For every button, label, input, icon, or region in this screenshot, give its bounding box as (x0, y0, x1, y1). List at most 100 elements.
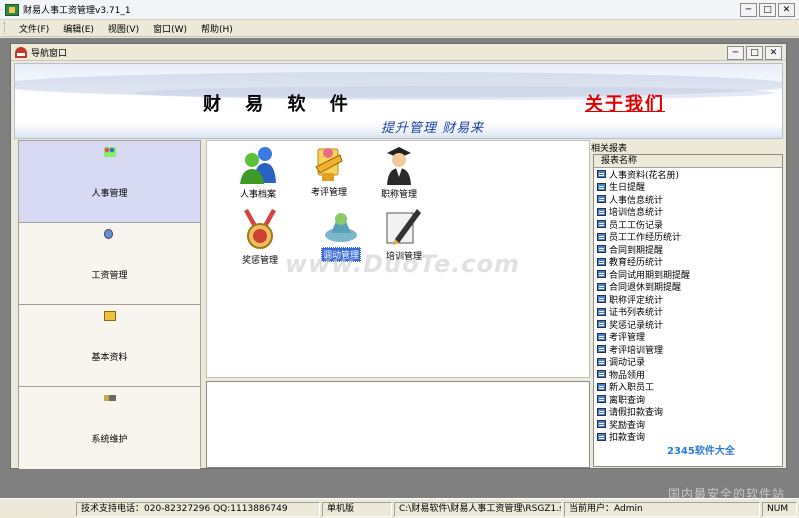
navigation-window: 导航窗口 ─ □ ✕ 财 易 软 件 关于我们 提升管理 财易来 人事管理 工资… (10, 43, 787, 469)
status-edition: 单机版 (322, 502, 392, 517)
maximize-button[interactable]: □ (759, 3, 776, 17)
detail-panel (206, 381, 590, 468)
report-item[interactable]: 教育经历统计 (594, 256, 782, 268)
site-watermark: 2345软件大全 (667, 446, 735, 457)
report-item[interactable]: 离职查询 (594, 393, 782, 406)
report-icon (597, 370, 606, 379)
nav-item-system[interactable]: 系统维护 (19, 387, 200, 469)
report-icon (597, 195, 606, 204)
report-icon (597, 357, 606, 366)
report-item[interactable]: 合同试用期到期提醒 (594, 268, 782, 281)
report-icon (597, 332, 606, 341)
training-icon (386, 209, 421, 245)
report-item-label: 扣款查询 (609, 433, 646, 444)
report-item-label: 合同试用期到期提醒 (609, 270, 691, 281)
title-icon (387, 147, 411, 185)
report-item-label: 员工工作经历统计 (609, 233, 682, 244)
report-icon (597, 257, 606, 266)
money-icon (104, 229, 113, 239)
feature-label: 奖惩管理 (241, 256, 278, 266)
report-item-label: 物品领用 (609, 370, 646, 381)
report-item-label: 人事信息统计 (609, 195, 664, 206)
report-icon (597, 220, 606, 229)
menu-view[interactable]: 视图(V) (102, 22, 147, 35)
report-item[interactable]: 物品领用 (594, 368, 782, 381)
feature-label: 职称管理 (380, 190, 417, 200)
slogan: 提升管理 财易来 (381, 121, 485, 136)
report-icon (597, 432, 606, 441)
menu-bar: 文件(F) 编辑(E) 视图(V) 窗口(W) 帮助(H) (0, 20, 799, 37)
menu-window[interactable]: 窗口(W) (147, 22, 195, 35)
status-support: 技术支持电话：020-82327296 QQ:1113886749 (76, 502, 320, 517)
report-icon (597, 295, 606, 304)
navigation-window-icon (15, 46, 27, 58)
report-item[interactable]: 考评管理 (594, 331, 782, 343)
menu-grip (4, 22, 7, 34)
report-item[interactable]: 奖励查询 (594, 418, 782, 431)
left-nav: 人事管理 工资管理 基本资料 系统维护 (18, 140, 201, 469)
report-item-label: 新入职员工 (609, 383, 655, 394)
report-item[interactable]: 考评培训管理 (594, 343, 782, 356)
report-item-label: 生日提醒 (609, 183, 646, 194)
report-item[interactable]: 生日提醒 (594, 181, 782, 194)
report-item[interactable]: 员工工作经历统计 (594, 231, 782, 244)
report-item[interactable]: 合同退休到期提醒 (594, 281, 782, 293)
report-icon (597, 345, 606, 354)
report-item-label: 请假扣款查询 (609, 408, 664, 419)
child-window-title: 导航窗口 (31, 48, 68, 59)
close-button[interactable]: ✕ (778, 3, 795, 17)
report-item[interactable]: 奖惩记录统计 (594, 318, 782, 331)
report-icon (597, 395, 606, 404)
report-item[interactable]: 请假扣款查询 (594, 406, 782, 419)
title-bar: 财易人事工资管理v3.71_1 ─ □ ✕ (0, 0, 799, 20)
report-icon (597, 420, 606, 429)
child-close-button[interactable]: ✕ (765, 46, 782, 60)
report-item-label: 证书列表统计 (609, 308, 664, 319)
document-icon (104, 311, 116, 321)
report-icon (597, 245, 606, 254)
feature-personnel-file[interactable]: 人事档案 (223, 145, 293, 200)
personnel-file-icon (240, 147, 276, 184)
status-bar: 技术支持电话：020-82327296 QQ:1113886749 单机版 C:… (0, 498, 799, 518)
nav-item-basic-data[interactable]: 基本资料 (19, 305, 200, 387)
report-item[interactable]: 调动记录 (594, 356, 782, 368)
report-item[interactable]: 培训信息统计 (594, 206, 782, 219)
nav-item-personnel[interactable]: 人事管理 (19, 141, 200, 223)
feature-title[interactable]: 职称管理 (364, 145, 434, 200)
child-minimize-button[interactable]: ─ (727, 46, 744, 60)
report-item[interactable]: 新入职员工 (594, 381, 782, 394)
child-window-controls: ─ □ ✕ (727, 46, 782, 60)
report-item[interactable]: 员工工伤记录 (594, 218, 782, 231)
window-controls: ─ □ ✕ (740, 3, 795, 17)
nav-item-salary[interactable]: 工资管理 (19, 223, 200, 305)
report-icon (597, 407, 606, 416)
minimize-button[interactable]: ─ (740, 3, 757, 17)
report-item[interactable]: 人事资料(花名册) (594, 168, 782, 181)
menu-help[interactable]: 帮助(H) (195, 22, 241, 35)
nav-item-label: 基本资料 (91, 353, 128, 363)
reports-column-header[interactable]: 报表名称 (594, 155, 782, 168)
report-item-label: 考评培训管理 (609, 345, 664, 356)
report-item[interactable]: 证书列表统计 (594, 306, 782, 319)
report-item[interactable]: 职称评定统计 (594, 293, 782, 306)
tools-icon (104, 395, 116, 401)
report-item[interactable]: 人事信息统计 (594, 193, 782, 206)
status-user: 当前用户：Admin (564, 502, 760, 517)
nav-item-label: 人事管理 (91, 189, 128, 199)
menu-file[interactable]: 文件(F) (13, 22, 57, 35)
mdi-area: 导航窗口 ─ □ ✕ 财 易 软 件 关于我们 提升管理 财易来 人事管理 工资… (0, 38, 799, 501)
report-icon (597, 270, 606, 279)
report-icon (597, 207, 606, 216)
menu-edit[interactable]: 编辑(E) (57, 22, 102, 35)
report-item-label: 人事资料(花名册) (609, 170, 680, 181)
child-maximize-button[interactable]: □ (746, 46, 763, 60)
about-us-link[interactable]: 关于我们 (585, 90, 665, 116)
report-item[interactable]: 合同到期提醒 (594, 243, 782, 256)
report-item-label: 员工工伤记录 (609, 220, 664, 231)
report-item-label: 奖惩记录统计 (609, 320, 664, 331)
report-item-label: 职称评定统计 (609, 295, 664, 306)
window-title: 财易人事工资管理v3.71_1 (23, 6, 131, 16)
feature-evaluation[interactable]: 考评管理 (294, 143, 364, 198)
report-item-label: 培训信息统计 (609, 208, 664, 219)
status-num: NUM (762, 502, 797, 517)
